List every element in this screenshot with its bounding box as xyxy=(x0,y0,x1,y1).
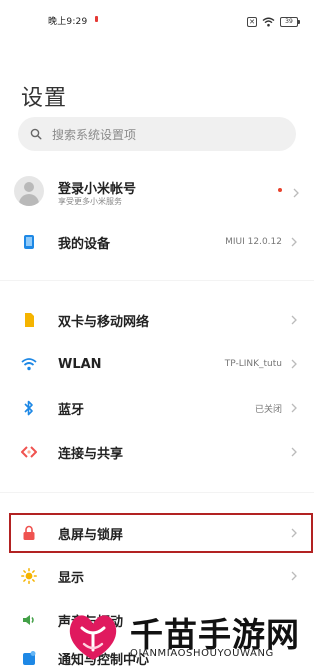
settings-item-wlan[interactable]: WLAN TP-LINK_tutu xyxy=(0,344,314,384)
settings-item-my-device[interactable]: 我的设备 MIUI 12.0.12 xyxy=(0,222,314,262)
share-icon xyxy=(20,443,38,461)
watermark-subtitle: QIANMIAOSHOUYOUWANG xyxy=(130,648,274,659)
wifi-icon xyxy=(20,355,38,373)
watermark: 千苗手游网 QIANMIAOSHOUYOUWANG xyxy=(62,598,314,668)
settings-item-label: 双卡与移动网络 xyxy=(58,314,150,330)
search-icon xyxy=(30,127,44,141)
search-placeholder: 搜索系统设置项 xyxy=(52,127,137,142)
settings-item-label: 显示 xyxy=(58,570,85,586)
sim-off-icon: ✕ xyxy=(247,16,257,27)
watermark-logo-icon xyxy=(62,604,124,666)
chevron-right-icon xyxy=(290,357,300,371)
device-icon xyxy=(20,233,38,251)
bluetooth-icon xyxy=(20,399,38,417)
unread-dot-icon xyxy=(278,188,282,192)
status-icons: ✕ 39 xyxy=(247,12,300,31)
status-bar: 晚上9:29 ✕ 39 xyxy=(0,0,314,40)
page-title: 设置 xyxy=(21,86,68,111)
chevron-right-icon xyxy=(290,401,300,415)
settings-item-bluetooth[interactable]: 蓝牙 已关闭 xyxy=(0,388,314,428)
sun-icon xyxy=(20,567,38,585)
settings-item-display[interactable]: 显示 xyxy=(0,556,314,596)
settings-item-value: 已关闭 xyxy=(254,404,282,415)
account-subtitle: 享受更多小米服务 xyxy=(58,197,122,206)
settings-item-value: TP-LINK_tutu xyxy=(224,359,282,369)
speaker-icon xyxy=(20,611,38,629)
battery-icon: 39 xyxy=(280,16,300,27)
chevron-right-icon xyxy=(290,569,300,583)
settings-item-label: WLAN xyxy=(58,356,102,372)
settings-item-label: 我的设备 xyxy=(58,236,111,252)
settings-item-label: 连接与共享 xyxy=(58,446,124,462)
notification-dot-icon xyxy=(95,16,98,22)
settings-item-connection-sharing[interactable]: 连接与共享 xyxy=(0,432,314,472)
account-title: 登录小米帐号 xyxy=(58,182,137,197)
status-time: 晚上9:29 xyxy=(48,17,88,27)
chevron-right-icon xyxy=(290,235,300,249)
highlight-box xyxy=(9,513,313,553)
section-divider xyxy=(0,280,314,281)
settings-item-label: 蓝牙 xyxy=(58,402,85,418)
settings-item-value: MIUI 12.0.12 xyxy=(225,237,282,247)
avatar xyxy=(14,176,44,206)
wifi-icon xyxy=(262,12,275,31)
sim-card-icon xyxy=(20,311,38,329)
section-divider xyxy=(0,492,314,493)
chevron-right-icon xyxy=(290,313,300,327)
notification-icon xyxy=(20,649,38,667)
account-login-row[interactable]: 登录小米帐号 享受更多小米服务 xyxy=(0,170,314,212)
chevron-right-icon xyxy=(292,184,300,203)
search-input[interactable]: 搜索系统设置项 xyxy=(18,117,296,151)
chevron-right-icon xyxy=(290,445,300,459)
settings-item-dual-sim[interactable]: 双卡与移动网络 xyxy=(0,300,314,340)
